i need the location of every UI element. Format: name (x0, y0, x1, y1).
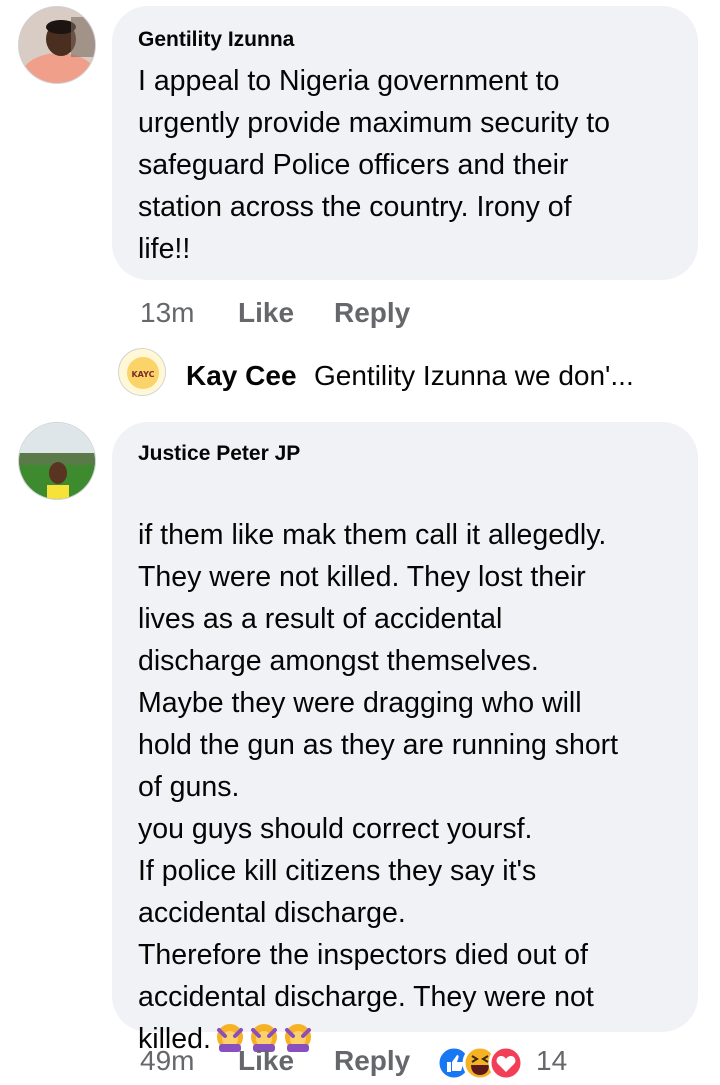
like-button[interactable]: Like (238, 1045, 294, 1077)
comment-text: if them like mak them call it allegedly.… (138, 472, 678, 1060)
comment-timestamp: 13m (140, 297, 195, 328)
comment-author[interactable]: Justice Peter JP (138, 442, 300, 466)
comment-meta-1: 13m (140, 297, 194, 329)
comment-author[interactable]: Gentility Izunna (138, 28, 294, 52)
reply-author[interactable]: Kay Cee (186, 360, 297, 392)
like-button[interactable]: Like (238, 297, 294, 329)
reply-preview[interactable]: KAYC Kay Cee Gentility Izunna we don'... (118, 348, 698, 400)
reactions-summary[interactable]: 14 (436, 1043, 586, 1085)
avatar-kay-cee: KAYC (118, 348, 166, 396)
reply-button[interactable]: Reply (334, 297, 410, 329)
comment-text-body: if them like mak them call it allegedly.… (138, 519, 619, 1055)
reply-snippet: Gentility Izunna we don'... (314, 360, 634, 391)
avatar-gentility-izunna[interactable] (18, 6, 96, 84)
comment-bubble-2: Justice Peter JP if them like mak them c… (112, 422, 698, 1055)
reaction-icons (436, 1045, 524, 1081)
comment-bubble-1: Gentility Izunna I appeal to Nigeria gov… (112, 6, 698, 280)
avatar-justice-peter[interactable] (18, 422, 96, 500)
love-reaction-icon (488, 1045, 524, 1081)
comment-text: I appeal to Nigeria government to urgent… (138, 65, 611, 265)
avatar-logo-text: KAYC (131, 370, 154, 379)
reaction-count: 14 (536, 1045, 568, 1076)
comment-timestamp: 49m (140, 1045, 195, 1076)
reply-button[interactable]: Reply (334, 1045, 410, 1077)
